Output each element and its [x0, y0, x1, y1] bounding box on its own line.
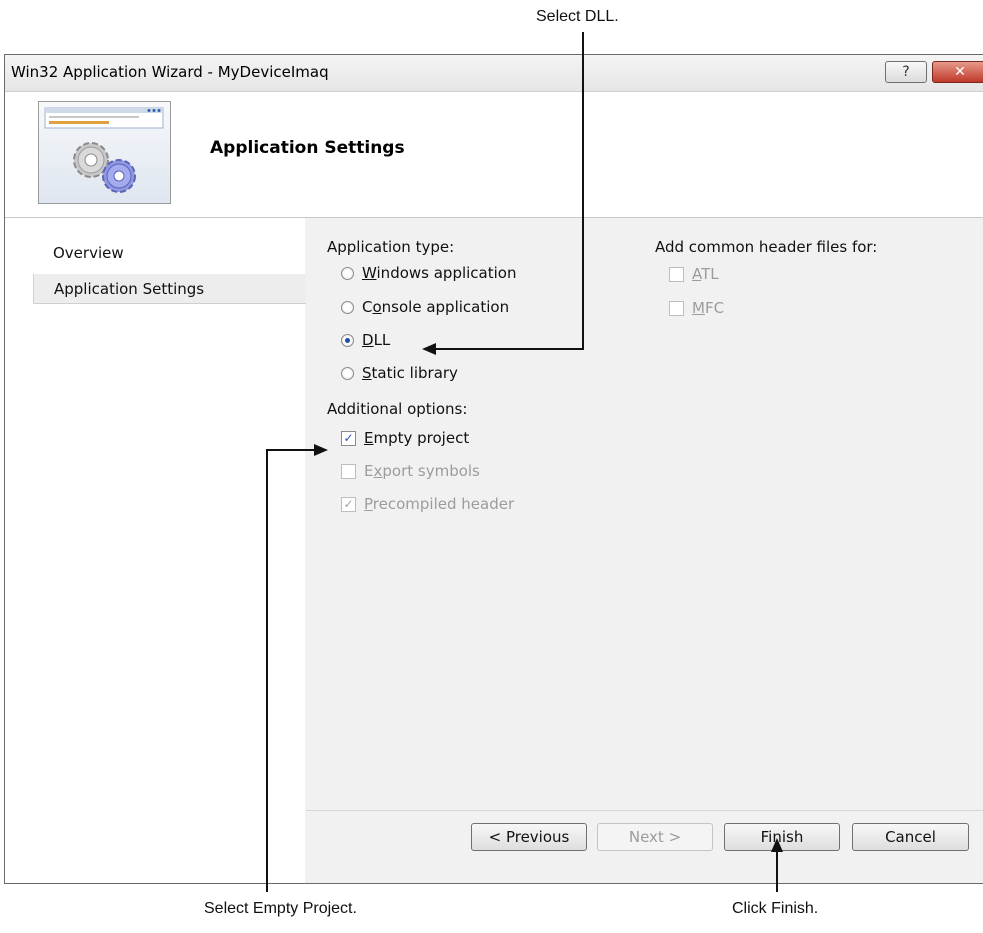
arrowhead-empty-project [314, 444, 328, 456]
annotation-arrows [266, 32, 783, 892]
arrow-select-empty-project [266, 449, 318, 892]
callout-click-finish: Click Finish. [732, 900, 819, 917]
arrowhead-finish [771, 838, 783, 852]
arrow-select-dll [430, 32, 584, 350]
callout-select-empty-project: Select Empty Project. [204, 900, 357, 917]
arrowhead-dll [422, 343, 436, 355]
